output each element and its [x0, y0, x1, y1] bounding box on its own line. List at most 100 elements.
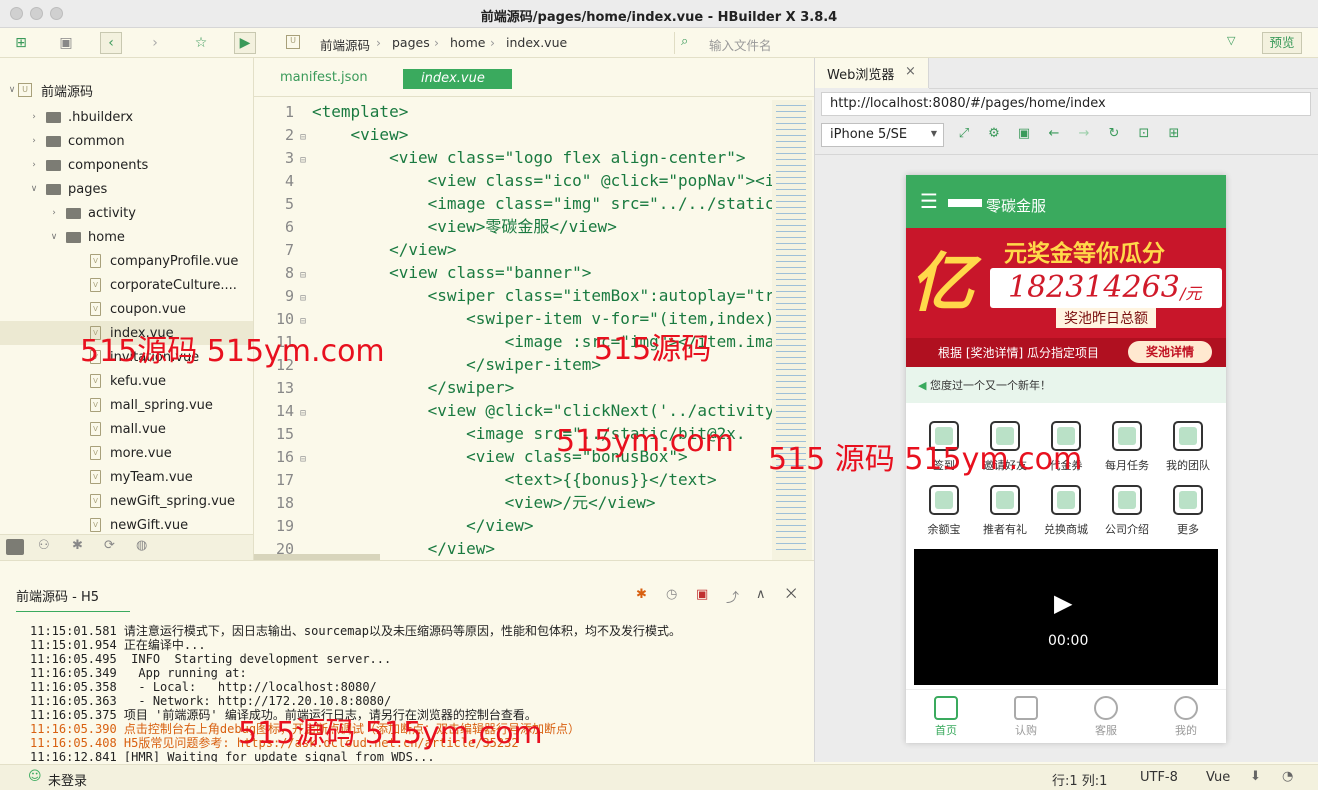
tree-item[interactable]: VnewGift.vue	[0, 513, 253, 534]
grid-item[interactable]: 我的团队	[1158, 421, 1218, 473]
line-number[interactable]: 1	[262, 101, 294, 124]
breadcrumb-file[interactable]: index.vue	[506, 35, 567, 50]
grid-item[interactable]: 更多	[1158, 485, 1218, 537]
tree-item[interactable]: › common	[0, 129, 253, 153]
cursor-position[interactable]: 行:1 列:1	[1052, 770, 1107, 789]
preview-button[interactable]: 预览	[1262, 32, 1302, 54]
plugin-icon[interactable]: ◍	[136, 538, 147, 553]
line-number[interactable]: 17	[262, 469, 294, 492]
line-number[interactable]: 14	[262, 400, 294, 423]
url-bar[interactable]: http://localhost:8080/#/pages/home/index	[821, 92, 1311, 116]
video-player[interactable]: ▶ 00:00	[914, 549, 1218, 685]
tab-web-browser[interactable]: Web浏览器 ×	[815, 58, 929, 88]
code-line[interactable]: 19 </view>	[262, 514, 774, 537]
line-number[interactable]: 5	[262, 193, 294, 216]
save-icon[interactable]: ▣	[55, 32, 77, 54]
settings-icon[interactable]: ⚙	[984, 124, 1004, 144]
nav-subscribe[interactable]: 认购	[996, 696, 1056, 738]
code-line[interactable]: 13 </swiper>	[262, 376, 774, 399]
forward-arrow-icon[interactable]: →	[1074, 124, 1094, 144]
new-file-icon[interactable]: ⊞	[10, 32, 32, 54]
login-status[interactable]: 未登录	[48, 770, 87, 789]
notification-icon[interactable]: ◔	[1282, 769, 1293, 784]
bike-icon[interactable]: ⚇	[38, 538, 50, 553]
download-icon[interactable]: ⬇	[1250, 769, 1261, 784]
line-number[interactable]: 9	[262, 285, 294, 308]
grid-item[interactable]: 每月任务	[1097, 421, 1157, 473]
code-line[interactable]: 14 ⊟ <view @click="clickNext('../activity	[262, 399, 774, 422]
close-icon[interactable]: ×	[905, 64, 916, 79]
nav-service[interactable]: 客服	[1076, 696, 1136, 738]
tree-item[interactable]: Vcoupon.vue	[0, 297, 253, 321]
tree-root[interactable]: ∨ U 前端源码	[0, 78, 253, 102]
tree-item[interactable]: Vmall.vue	[0, 417, 253, 441]
tree-item[interactable]: Vmore.vue	[0, 441, 253, 465]
bug-icon[interactable]: ✱	[72, 538, 83, 553]
devtools-icon[interactable]: ▣	[1014, 124, 1034, 144]
code-line[interactable]: 6 <view>零碳金服</view>	[262, 215, 774, 238]
play-icon[interactable]: ▶	[1054, 589, 1072, 617]
tree-item[interactable]: Vmall_spring.vue	[0, 393, 253, 417]
file-search-input[interactable]: 输入文件名	[709, 35, 772, 54]
code-minimap[interactable]	[772, 100, 812, 560]
code-line[interactable]: 17 <text>{{bonus}}</text>	[262, 468, 774, 491]
tree-item[interactable]: VnewGift_spring.vue	[0, 489, 253, 513]
line-number[interactable]: 3	[262, 147, 294, 170]
grid-item[interactable]: 推者有礼	[975, 485, 1035, 537]
breadcrumb-project[interactable]: 前端源码	[320, 35, 370, 54]
line-number[interactable]: 18	[262, 492, 294, 515]
line-number[interactable]: 15	[262, 423, 294, 446]
restart-icon[interactable]: ◷	[666, 587, 677, 602]
code-line[interactable]: 2 ⊟ <view>	[262, 123, 774, 146]
clear-icon[interactable]: ⨉	[786, 587, 796, 602]
open-external-icon[interactable]: ⤴	[726, 587, 739, 606]
grid-item[interactable]: 余额宝	[914, 485, 974, 537]
breadcrumb-pages[interactable]: pages	[392, 35, 430, 50]
nav-home[interactable]: 首页	[916, 696, 976, 738]
code-line[interactable]: 5 <image class="img" src="../../static	[262, 192, 774, 215]
tree-item[interactable]: Vkefu.vue	[0, 369, 253, 393]
line-number[interactable]: 16	[262, 446, 294, 469]
code-line[interactable]: 1 <template>	[262, 100, 774, 123]
language-mode[interactable]: Vue	[1206, 770, 1230, 785]
line-number[interactable]: 2	[262, 124, 294, 147]
run-icon[interactable]: ▶	[234, 32, 256, 54]
breadcrumb-home[interactable]: home	[450, 35, 485, 50]
lock-icon[interactable]: ⊡	[1134, 124, 1154, 144]
tree-item[interactable]: VmyTeam.vue	[0, 465, 253, 489]
code-line[interactable]: 4 <view class="ico" @click="popNav"><i	[262, 169, 774, 192]
tree-item[interactable]: › .hbuilderx	[0, 105, 253, 129]
user-icon[interactable]: ☺	[28, 769, 42, 784]
back-icon[interactable]: ‹	[100, 32, 122, 54]
filter-icon[interactable]: ▽	[1227, 34, 1235, 47]
source-control-icon[interactable]: ⟳	[104, 538, 115, 553]
grid-item[interactable]: 兑换商城	[1036, 485, 1096, 537]
collapse-icon[interactable]: ∧	[756, 587, 766, 602]
line-number[interactable]: 13	[262, 377, 294, 400]
tree-item[interactable]: ∨ home	[0, 225, 253, 249]
device-select[interactable]: iPhone 5/SE ▼	[821, 123, 944, 147]
stop-icon[interactable]: ▣	[696, 587, 708, 602]
star-icon[interactable]: ☆	[190, 32, 212, 54]
debug-icon[interactable]: ✱	[636, 587, 647, 602]
line-number[interactable]: 7	[262, 239, 294, 262]
refresh-icon[interactable]: ↻	[1104, 124, 1124, 144]
code-line[interactable]: 9 ⊟ <swiper class="itemBox":autoplay="tr	[262, 284, 774, 307]
forward-icon[interactable]: ›	[144, 32, 166, 54]
console-tab[interactable]: 前端源码 - H5	[16, 586, 130, 613]
tree-item[interactable]: VcompanyProfile.vue	[0, 249, 253, 273]
encoding[interactable]: UTF-8	[1140, 770, 1178, 785]
code-line[interactable]: 8 ⊟ <view class="banner">	[262, 261, 774, 284]
grid-item[interactable]: 公司介绍	[1097, 485, 1157, 537]
line-number[interactable]: 6	[262, 216, 294, 239]
tree-item[interactable]: › activity	[0, 201, 253, 225]
back-arrow-icon[interactable]: ←	[1044, 124, 1064, 144]
pool-detail-button[interactable]: 奖池详情	[1128, 341, 1212, 363]
tree-item[interactable]: › components	[0, 153, 253, 177]
tab-manifest[interactable]: manifest.json	[280, 70, 368, 85]
menu-icon[interactable]: ☰	[920, 189, 938, 213]
file-search-box[interactable]: ⌕ 输入文件名 ▽	[674, 32, 1244, 54]
line-number[interactable]: 19	[262, 515, 294, 538]
project-manager-icon[interactable]	[6, 539, 24, 555]
code-line[interactable]: 7 </view>	[262, 238, 774, 261]
